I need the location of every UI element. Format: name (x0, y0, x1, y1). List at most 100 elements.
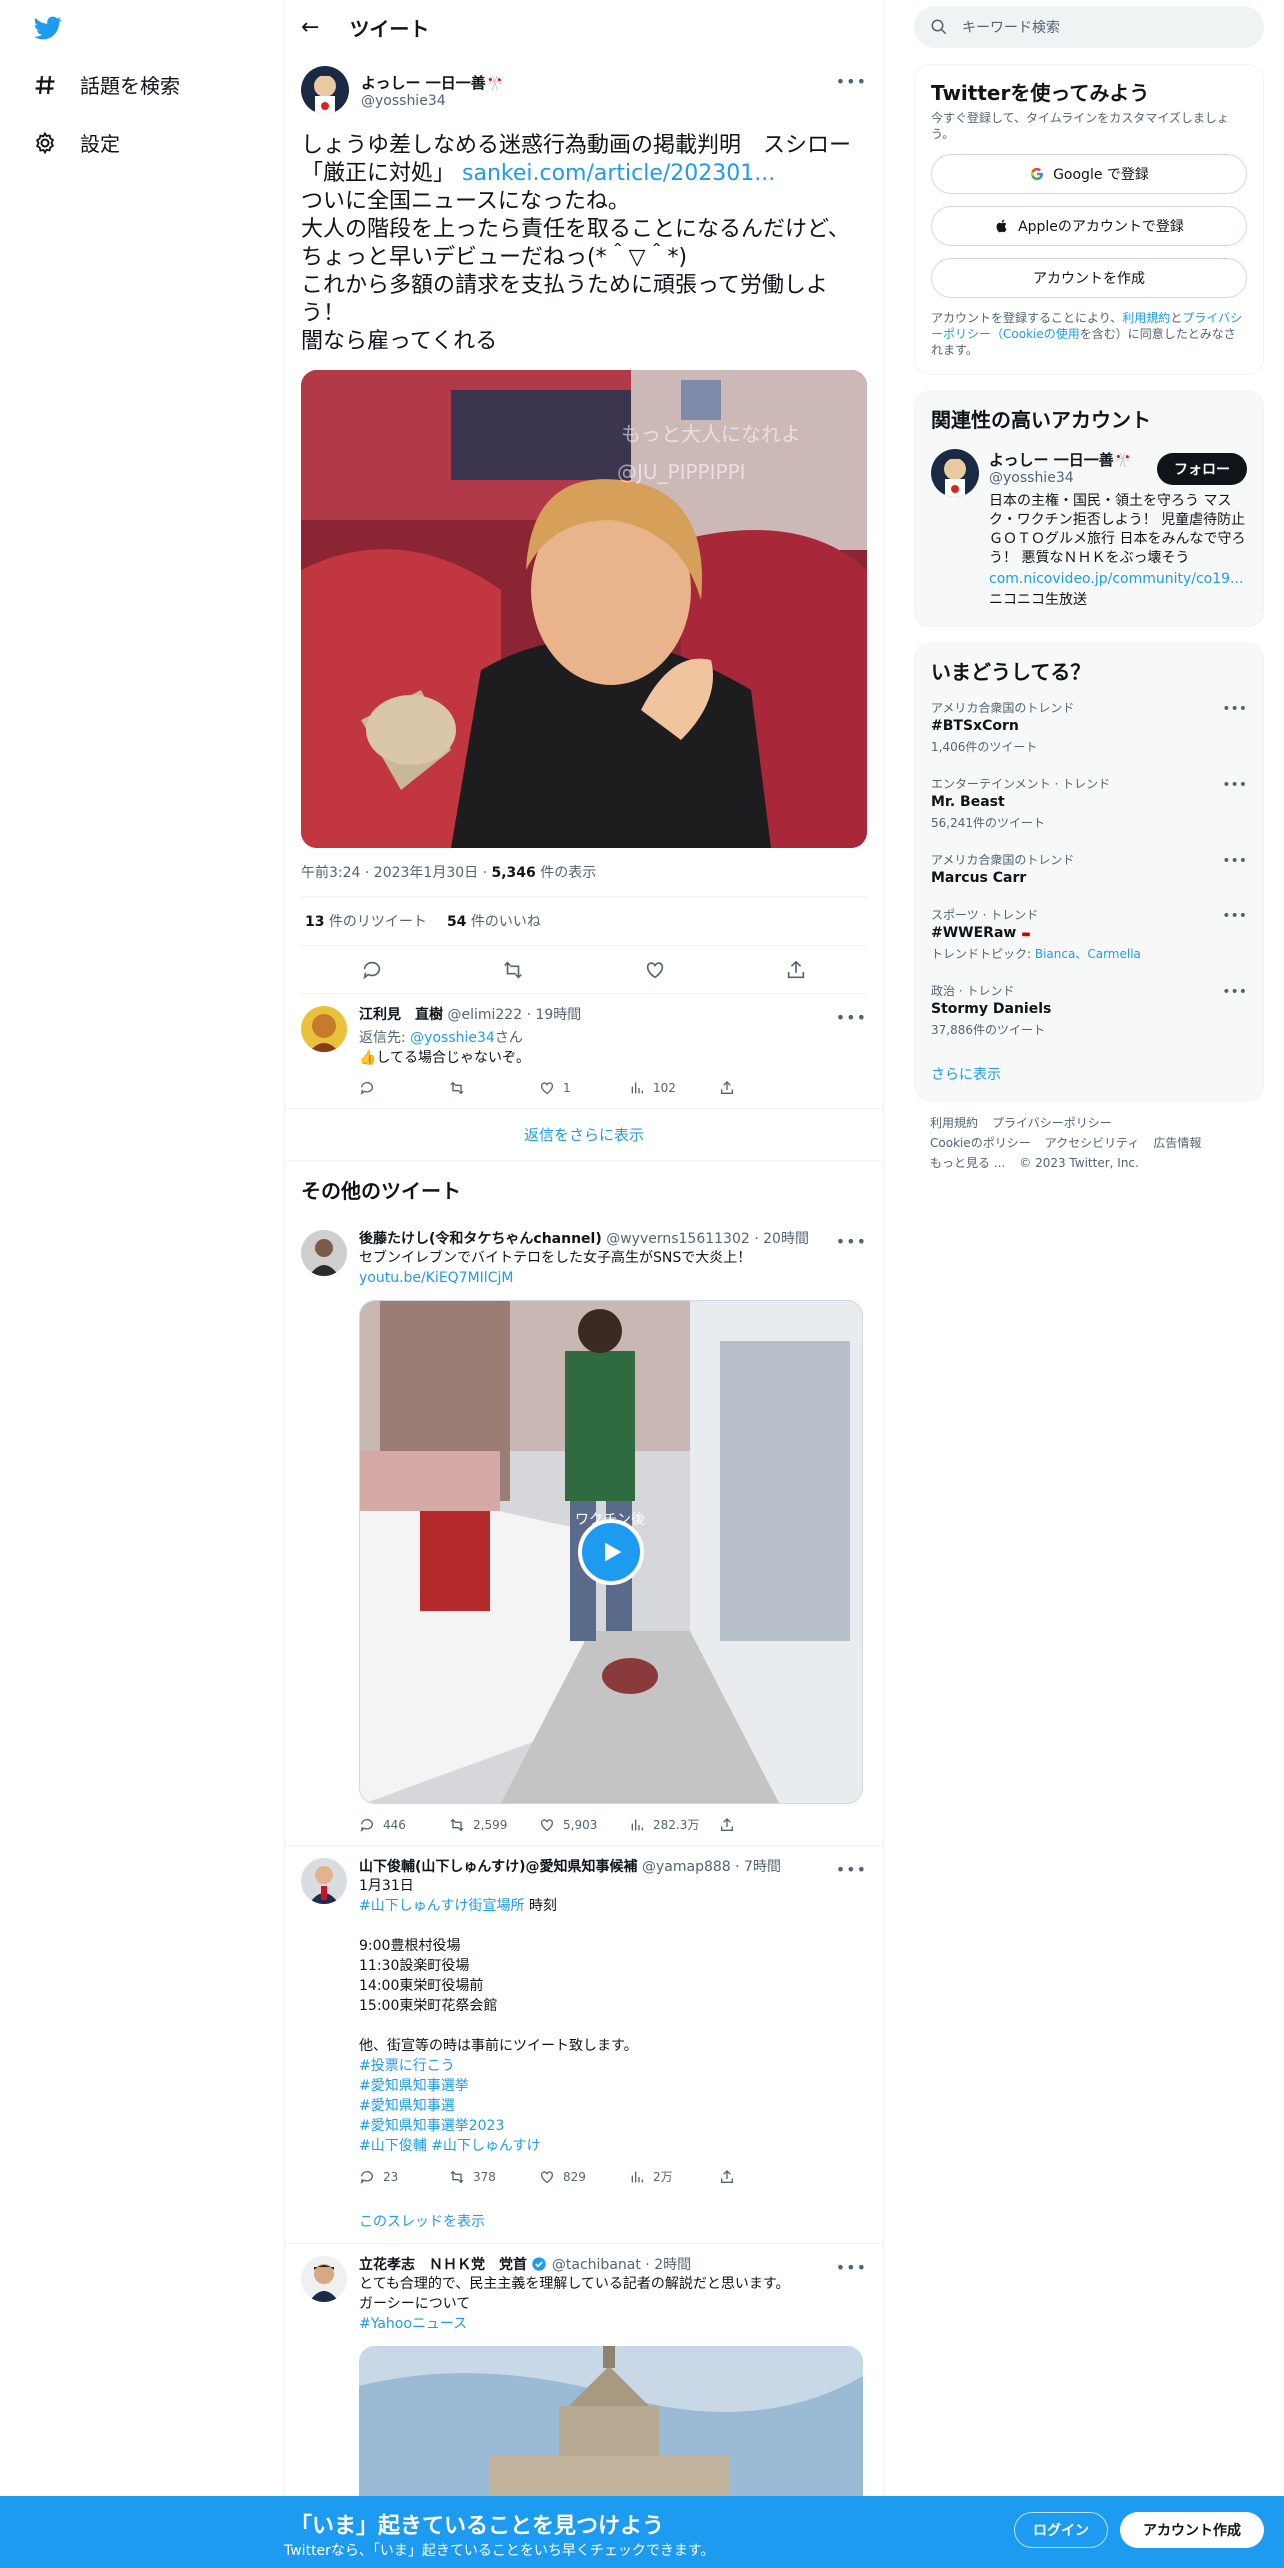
tweet-media[interactable] (359, 2346, 863, 2506)
share-button[interactable] (719, 1816, 809, 1833)
nav-settings[interactable]: 設定 (32, 128, 120, 157)
author-name[interactable]: 江利見 直樹 (359, 1007, 443, 1023)
more-icon[interactable]: ••• (1222, 908, 1247, 924)
avatar[interactable] (931, 449, 979, 497)
tweet-video[interactable]: ワクチン後 (359, 1300, 863, 1804)
reply-button[interactable] (359, 1080, 449, 1096)
avatar[interactable] (301, 66, 349, 114)
more-icon[interactable]: ••• (1222, 777, 1247, 793)
author-handle[interactable]: @wyverns15611302 (606, 1231, 750, 1247)
show-thread-link[interactable]: このスレッドを表示 (359, 2214, 485, 2230)
views-button[interactable]: 282.3万 (629, 1816, 719, 1833)
trend-item[interactable]: スポーツ · トレンド #WWERaw ▬ トレンドトピック: Bianca、C… (915, 896, 1263, 972)
footer-cookie[interactable]: Cookieのポリシー (930, 1136, 1031, 1150)
follow-button[interactable]: フォロー (1157, 453, 1247, 485)
create-account-button[interactable]: アカウントを作成 (931, 258, 1247, 298)
signup-button[interactable]: アカウント作成 (1120, 2512, 1264, 2548)
share-button[interactable] (719, 1080, 809, 1096)
more-icon[interactable]: ••• (1222, 701, 1247, 717)
views-button[interactable]: 102 (629, 1080, 719, 1096)
avatar[interactable] (301, 1858, 347, 1904)
author-handle[interactable]: @tachibanat (552, 2257, 641, 2273)
related-account[interactable]: よっしー 一日一善🎌 @yosshie34 日本の主権・国民・領土を守ろう マス… (915, 437, 1263, 626)
more-icon[interactable]: ••• (836, 1008, 867, 1027)
more-icon[interactable]: ••• (836, 72, 867, 91)
tweet-media[interactable]: もっと大人になれよ @JU_PIPPIPPI (301, 370, 867, 848)
nav-explore[interactable]: 話題を検索 (32, 70, 180, 99)
tweet-time[interactable]: 7時間 (744, 1859, 781, 1875)
tweet-link[interactable]: sankei.com/article/202301... (462, 161, 775, 186)
tweet[interactable]: 山下俊輔(山下しゅんすけ)@愛知県知事候補 @yamap888 · 7時間 1月… (285, 1846, 883, 2244)
footer-terms[interactable]: 利用規約 (930, 1116, 978, 1130)
trend-item[interactable]: アメリカ合衆国のトレンド Marcus Carr ••• (915, 841, 1263, 896)
like-button[interactable]: 5,903 (539, 1816, 629, 1833)
more-icon[interactable]: ••• (836, 1860, 867, 1879)
reply-to-link[interactable]: @yosshie34 (410, 1030, 495, 1046)
play-button[interactable] (578, 1519, 644, 1585)
nav-explore-label: 話題を検索 (80, 74, 180, 98)
login-button[interactable]: ログイン (1014, 2512, 1108, 2548)
search-input[interactable]: キーワード検索 (962, 17, 1060, 37)
tweet-time[interactable]: 20時間 (763, 1231, 809, 1247)
more-icon[interactable]: ••• (836, 2258, 867, 2277)
footer-more[interactable]: もっと見る ... (930, 1156, 1005, 1170)
terms-link[interactable]: 利用規約 (1122, 311, 1170, 325)
tweet[interactable]: 後藤たけし(令和タケちゃんchannel) @wyverns15611302 ·… (285, 1218, 883, 1846)
show-more-replies[interactable]: 返信をさらに表示 (285, 1109, 883, 1161)
view-label: 件の表示 (535, 865, 597, 881)
views-button[interactable]: 2万 (629, 2168, 719, 2185)
back-arrow-icon[interactable]: ← (301, 15, 319, 40)
reply-button[interactable]: 23 (359, 2168, 449, 2185)
footer-privacy[interactable]: プライバシーポリシー (992, 1116, 1112, 1130)
trend-item[interactable]: アメリカ合衆国のトレンド #BTSxCorn 1,406件のツイート ••• (915, 689, 1263, 765)
author-name[interactable]: よっしー 一日一善🎌 (361, 72, 504, 93)
google-signup-button[interactable]: Google で登録 (931, 154, 1247, 194)
author-name[interactable]: 立花孝志 ＮＨＫ党 党首 (359, 2257, 527, 2273)
hashtag-link[interactable]: #Yahooニュース (359, 2316, 467, 2332)
tweet[interactable]: 立花孝志 ＮＨＫ党 党首 @tachibanat · 2時間 とても合理的で、民… (285, 2244, 883, 2518)
trend-item[interactable]: 政治 · トレンド Stormy Daniels 37,886件のツイート ••… (915, 972, 1263, 1048)
footer-accessibility[interactable]: アクセシビリティ (1045, 1136, 1140, 1150)
share-button[interactable] (719, 2168, 809, 2185)
twitter-bird-icon[interactable] (32, 14, 64, 42)
retweet-button[interactable]: 378 (449, 2168, 539, 2185)
author-name[interactable]: 山下俊輔(山下しゅんすけ)@愛知県知事候補 (359, 1859, 638, 1875)
timestamp[interactable]: 午前3:24 · 2023年1月30日 · (301, 865, 492, 881)
avatar[interactable] (301, 2256, 347, 2302)
hashtag-link[interactable]: #山下しゅんすけ街宣場所 (359, 1898, 524, 1914)
more-icon[interactable]: ••• (836, 1232, 867, 1251)
show-more-trends[interactable]: さらに表示 (931, 1067, 1001, 1083)
like-icon[interactable] (644, 959, 666, 981)
trend-item[interactable]: エンターテインメント · トレンド Mr. Beast 56,241件のツイート… (915, 765, 1263, 841)
tweet-time[interactable]: 2時間 (654, 2257, 691, 2273)
author-handle[interactable]: @elimi222 (447, 1007, 522, 1023)
retweet-button[interactable]: 2,599 (449, 1816, 539, 1833)
like-stat[interactable]: 54 件のいいね (447, 911, 541, 931)
avatar[interactable] (301, 1230, 347, 1276)
reply-tweet[interactable]: 江利見 直樹 @elimi222 · 19時間 返信先: @yosshie34さ… (285, 994, 883, 1109)
like-button[interactable]: 1 (539, 1080, 629, 1096)
footer-ads[interactable]: 広告情報 (1153, 1136, 1201, 1150)
retweet-stat[interactable]: 13 件のリツイート (305, 911, 427, 931)
author-handle[interactable]: @yosshie34 (361, 93, 504, 109)
tweet-time[interactable]: 19時間 (535, 1007, 581, 1023)
tweet-link[interactable]: youtu.be/KiEQ7MIlCjM (359, 1270, 513, 1286)
author-handle[interactable]: @yamap888 (642, 1859, 731, 1875)
avatar[interactable] (301, 1006, 347, 1052)
share-icon[interactable] (785, 959, 807, 981)
retweet-icon[interactable] (502, 959, 524, 981)
more-icon[interactable]: ••• (1222, 984, 1247, 1000)
more-icon[interactable]: ••• (1222, 853, 1247, 869)
hashtag-list[interactable]: #投票に行こう #愛知県知事選挙 #愛知県知事選 #愛知県知事選挙2023 #山… (359, 2056, 867, 2156)
retweet-button[interactable] (449, 1080, 539, 1096)
trend-topic-links[interactable]: Bianca、Carmella (1035, 947, 1141, 961)
show-more-replies-link[interactable]: 返信をさらに表示 (524, 1124, 644, 1145)
apple-signup-button[interactable]: Appleのアカウントで登録 (931, 206, 1247, 246)
reply-icon[interactable] (361, 959, 383, 981)
search-box[interactable]: キーワード検索 (914, 6, 1264, 48)
related-link[interactable]: com.nicovideo.jp/community/co19... (989, 571, 1243, 587)
author-name[interactable]: 後藤たけし(令和タケちゃんchannel) (359, 1231, 602, 1247)
cookie-link[interactable]: （Cookieの使用 (991, 327, 1080, 341)
reply-button[interactable]: 446 (359, 1816, 449, 1833)
like-button[interactable]: 829 (539, 2168, 629, 2185)
